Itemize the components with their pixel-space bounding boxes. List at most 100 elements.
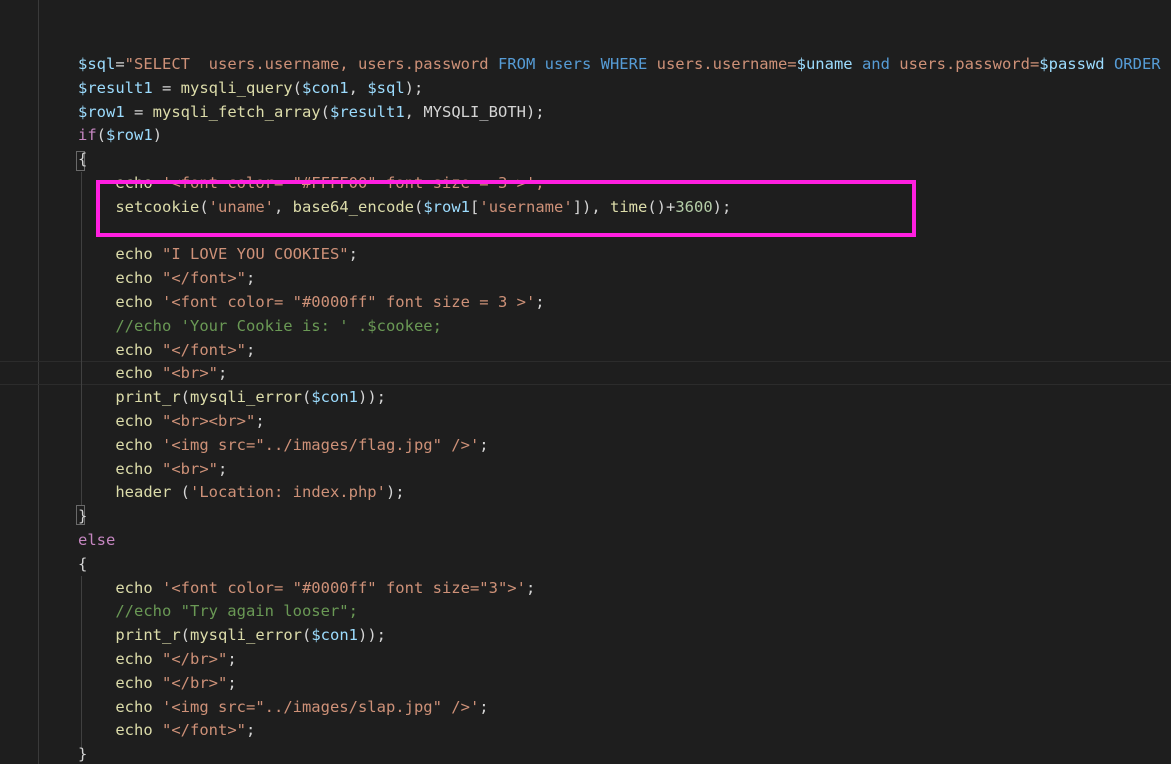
code-line[interactable]: $row1 = mysqli_fetch_array($result1, MYS… — [78, 100, 545, 124]
code-line[interactable]: echo "<br>"; — [78, 457, 227, 481]
code-line[interactable]: echo "</br>"; — [78, 671, 236, 695]
code-line[interactable]: } — [78, 504, 87, 528]
code-token: ; — [246, 721, 256, 740]
code-token: } — [78, 507, 88, 526]
code-line[interactable]: echo '<img src="../images/slap.jpg" />'; — [78, 695, 489, 719]
code-token: "SELECT users.username, users.password — [124, 55, 498, 73]
code-token: = — [124, 102, 153, 121]
code-token: users.username= — [647, 55, 797, 73]
code-line[interactable]: $result1 = mysqli_query($con1, $sql); — [78, 76, 423, 100]
code-token: print_r — [115, 388, 181, 407]
code-token: = — [115, 55, 125, 73]
code-line[interactable]: //echo "Try again looser"; — [78, 599, 358, 623]
code-token: mysqli_fetch_array — [152, 102, 321, 121]
code-token: mysqli_query — [180, 78, 293, 97]
code-line[interactable]: echo "</font>"; — [78, 266, 255, 290]
code-token: '<font color= "#0000ff" font size="3">' — [162, 578, 526, 597]
code-line[interactable]: { — [78, 147, 87, 171]
code-token: $sql — [367, 78, 405, 97]
code-token: $result1 — [78, 78, 153, 97]
code-token: "</br>" — [162, 650, 228, 668]
code-token: "<br><br>" — [162, 412, 256, 430]
code-token: echo — [115, 340, 153, 359]
code-token: ( — [320, 102, 330, 121]
code-line[interactable]: print_r(mysqli_error($con1)); — [78, 623, 386, 647]
code-token: { — [78, 150, 88, 169]
code-line[interactable]: echo '<font color= "#0000ff" font size="… — [78, 576, 535, 600]
code-token: echo — [115, 435, 153, 454]
code-token: users — [544, 55, 592, 73]
code-editor[interactable]: $sql="SELECT users.username, users.passw… — [0, 0, 1171, 764]
code-token: "</font>" — [162, 269, 246, 288]
code-line[interactable]: $sql="SELECT users.username, users.passw… — [78, 52, 1171, 76]
code-token: '<font color= "#0000ff" font size = 3 >' — [162, 293, 536, 311]
code-token: $row1 — [78, 102, 125, 121]
code-line[interactable]: } — [78, 742, 87, 764]
code-line[interactable]: print_r(mysqli_error($con1)); — [78, 385, 386, 409]
code-token: users.password= — [889, 55, 1040, 73]
highlighted-setcookie-box — [96, 180, 916, 237]
code-token: and — [861, 55, 890, 73]
code-token: ; — [227, 650, 237, 668]
code-line[interactable]: echo "</font>"; — [78, 718, 255, 742]
code-token: $sql — [78, 55, 116, 73]
code-line[interactable]: echo '<img src="../images/flag.jpg" />'; — [78, 433, 489, 457]
code-token: ( — [301, 626, 312, 645]
code-token: ; — [255, 412, 265, 430]
code-line[interactable]: { — [78, 552, 87, 576]
code-token: $con1 — [311, 626, 358, 645]
code-token: "<br>" — [162, 459, 218, 478]
code-token: , — [348, 78, 368, 97]
code-token: header — [115, 483, 172, 502]
code-token: ; — [479, 697, 489, 716]
code-token: echo — [115, 697, 153, 716]
code-token: else — [78, 531, 116, 549]
code-line[interactable]: header ('Location: index.php'); — [78, 480, 404, 504]
code-token: //echo "Try again looser"; — [115, 602, 358, 621]
code-token: FROM — [497, 55, 536, 73]
code-token: ; — [525, 578, 536, 597]
code-token: $uname — [796, 55, 853, 73]
code-line[interactable]: echo "I LOVE YOU COOKIES"; — [78, 242, 358, 266]
code-token: ; — [479, 435, 489, 454]
code-line[interactable]: if($row1) — [78, 123, 162, 147]
code-token: ; — [246, 340, 256, 359]
code-token: 'Location: index.php' — [190, 483, 386, 502]
code-token: if — [78, 126, 97, 145]
code-token: $con1 — [301, 78, 349, 97]
code-token: echo — [115, 364, 153, 383]
code-token: '<img src="../images/slap.jpg" />' — [162, 697, 480, 716]
code-token: "I LOVE YOU COOKIES" — [162, 245, 349, 264]
code-line[interactable]: //echo 'Your Cookie is: ' .$cookee; — [78, 314, 442, 338]
code-token: ( — [180, 388, 190, 407]
code-line[interactable]: echo "<br><br>"; — [78, 409, 265, 433]
code-line[interactable]: echo "<br>"; — [78, 361, 227, 385]
code-token: ) — [152, 126, 163, 145]
code-line[interactable]: else — [78, 528, 115, 552]
code-token: echo — [115, 245, 153, 264]
code-token: "</br>" — [162, 673, 228, 692]
code-token: ; — [246, 269, 256, 288]
code-line[interactable]: echo '<font color= "#0000ff" font size =… — [78, 290, 544, 314]
code-line[interactable]: echo "</font>"; — [78, 338, 255, 362]
code-token: //echo 'Your Cookie is: ' .$cookee; — [115, 316, 442, 335]
code-token: WHERE — [600, 55, 648, 73]
code-token: echo — [115, 650, 153, 668]
code-line[interactable]: echo "</br>"; — [78, 647, 237, 671]
